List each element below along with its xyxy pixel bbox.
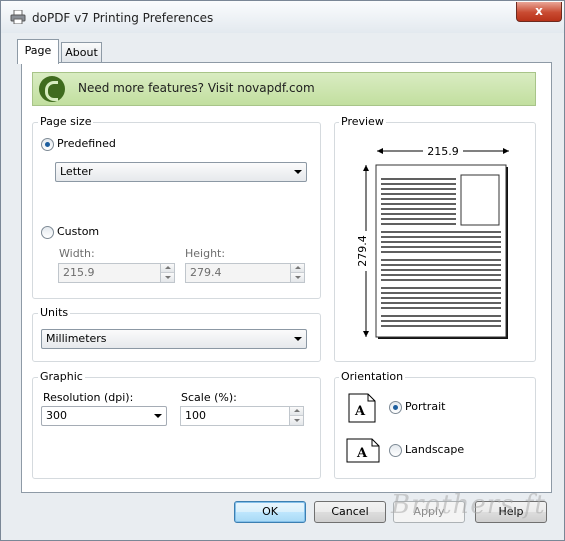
width-label: Width: (59, 247, 95, 260)
orientation-label: Orientation (339, 370, 406, 383)
close-button[interactable]: x (516, 2, 562, 22)
height-spinner[interactable] (290, 264, 304, 282)
ok-button[interactable]: OK (234, 501, 306, 523)
width-dimension-label: 215.9 (427, 145, 459, 158)
units-label: Units (38, 306, 71, 319)
svg-text:A: A (354, 404, 366, 419)
height-label: Height: (185, 247, 226, 260)
page-size-label: Page size (38, 115, 94, 128)
portrait-page-icon: A (348, 393, 376, 423)
cancel-button[interactable]: Cancel (314, 501, 386, 523)
units-value: Millimeters (46, 332, 107, 345)
scale-label: Scale (%): (181, 391, 237, 404)
promo-banner[interactable]: Need more features? Visit novapdf.com (32, 72, 536, 106)
paper-size-select[interactable]: Letter (55, 162, 307, 182)
paper-size-value: Letter (60, 165, 93, 178)
graphic-label: Graphic (38, 370, 85, 383)
landscape-page-icon: A (346, 438, 380, 463)
resolution-select[interactable]: 300 (41, 406, 167, 426)
title-bar[interactable]: doPDF v7 Printing Preferences x (1, 1, 564, 33)
preferences-window: doPDF v7 Printing Preferences x Page Abo… (0, 0, 565, 541)
banner-text: Need more features? Visit novapdf.com (78, 81, 315, 95)
portrait-radio[interactable] (389, 401, 402, 414)
preview-label: Preview (339, 115, 386, 128)
custom-label: Custom (57, 225, 100, 238)
chevron-down-icon (294, 170, 302, 174)
scale-value: 100 (185, 409, 206, 422)
tab-about[interactable]: About (61, 42, 102, 63)
scale-spinner[interactable] (289, 407, 303, 425)
printer-icon (10, 10, 26, 24)
scale-field[interactable]: 100 (180, 406, 304, 426)
height-dimension-label: 279.4 (356, 235, 369, 267)
height-value: 279.4 (190, 266, 222, 279)
portrait-label: Portrait (405, 400, 446, 413)
watermark: Brothers.ft (391, 490, 546, 520)
predefined-label: Predefined (57, 137, 116, 150)
novapdf-logo-icon (39, 76, 65, 102)
custom-radio[interactable] (41, 226, 54, 239)
tab-page[interactable]: Page (17, 39, 59, 64)
resolution-value: 300 (46, 409, 67, 422)
units-select[interactable]: Millimeters (41, 329, 307, 349)
width-spinner[interactable] (160, 264, 174, 282)
chevron-down-icon (154, 414, 162, 418)
width-value: 215.9 (63, 266, 95, 279)
width-field[interactable]: 215.9 (58, 263, 175, 283)
chevron-down-icon (294, 337, 302, 341)
page-preview: 215.9 279.4 (356, 144, 509, 339)
landscape-label: Landscape (405, 443, 465, 456)
window-title: doPDF v7 Printing Preferences (32, 11, 214, 25)
predefined-radio[interactable] (41, 138, 54, 151)
height-field[interactable]: 279.4 (185, 263, 305, 283)
svg-text:A: A (356, 446, 368, 461)
landscape-radio[interactable] (389, 444, 402, 457)
resolution-label: Resolution (dpi): (43, 391, 134, 404)
